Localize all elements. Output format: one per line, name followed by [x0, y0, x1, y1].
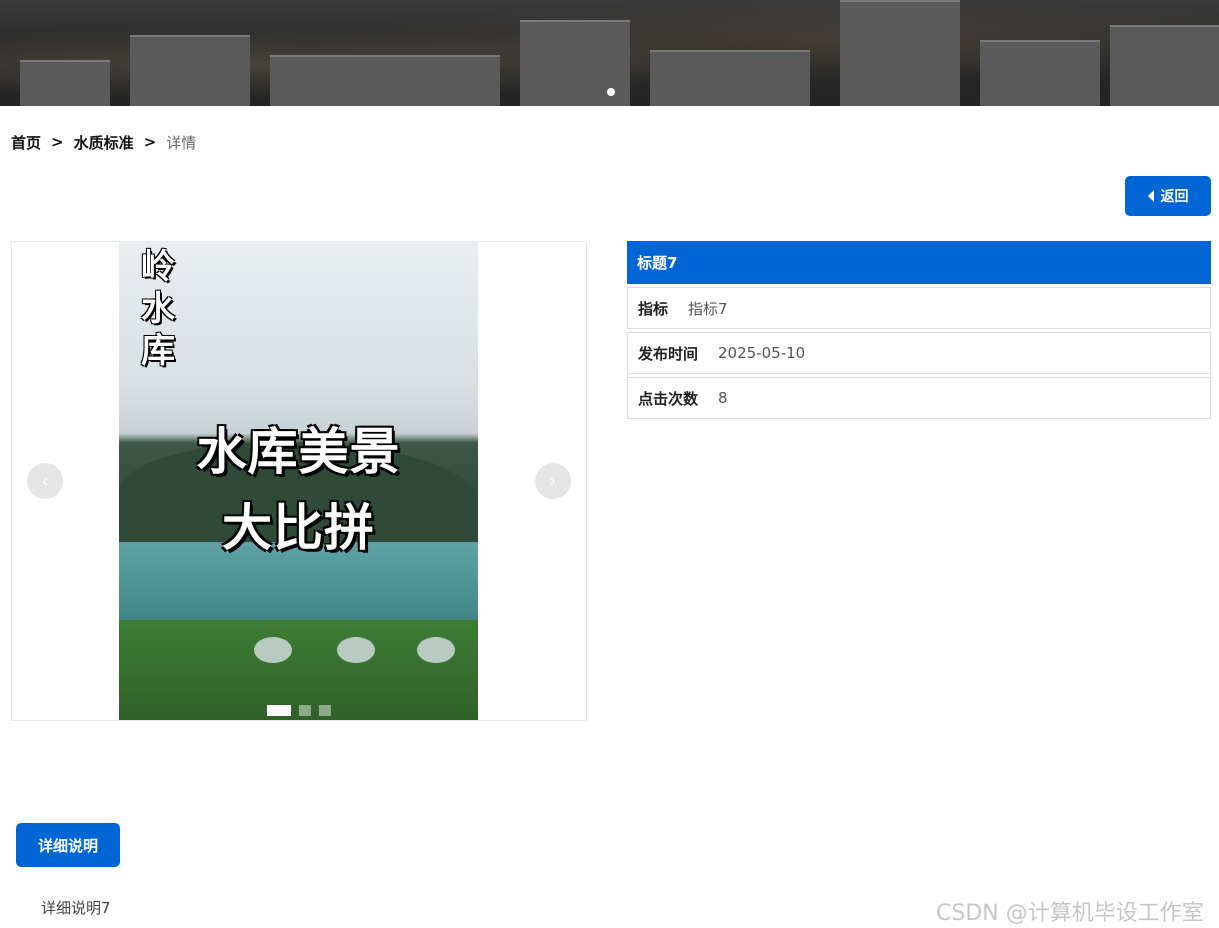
detail-tab-button[interactable]: 详细说明: [16, 823, 120, 867]
banner-building: [130, 35, 250, 106]
breadcrumb-home[interactable]: 首页: [11, 132, 41, 153]
chevron-right-icon: ›: [549, 470, 557, 492]
info-value: 8: [718, 389, 728, 407]
banner-building: [1110, 25, 1219, 106]
carousel-indicators: [267, 705, 331, 716]
photo-vertical-text: 岭水库: [141, 247, 175, 371]
watermark: CSDN @计算机毕设工作室: [936, 901, 1204, 926]
banner-building: [650, 50, 810, 106]
info-key: 指标: [638, 299, 669, 318]
carousel-indicator[interactable]: [319, 705, 331, 716]
photo-seal: [254, 637, 292, 663]
caret-left-icon: [1147, 190, 1154, 202]
image-carousel: 岭水库 水库美景 大比拼 ‹ ›: [11, 241, 587, 721]
photo-seal: [337, 637, 375, 663]
banner-indicator[interactable]: [607, 88, 615, 96]
top-banner-carousel: [0, 0, 1219, 106]
carousel-next-button[interactable]: ›: [535, 463, 571, 499]
info-key: 发布时间: [638, 344, 699, 363]
info-row-click-count: 点击次数 8: [627, 377, 1211, 419]
info-key: 点击次数: [638, 389, 699, 408]
back-button[interactable]: 返回: [1125, 176, 1211, 216]
detail-content: 详细说明7: [41, 899, 111, 917]
banner-building: [980, 40, 1100, 106]
banner-building: [270, 55, 500, 106]
info-value: 指标7: [688, 299, 728, 318]
banner-building: [20, 60, 110, 106]
carousel-prev-button[interactable]: ‹: [27, 463, 63, 499]
back-button-label: 返回: [1160, 189, 1189, 205]
info-title: 标题7: [627, 241, 1211, 284]
breadcrumb: 首页 > 水质标准 > 详情: [11, 132, 196, 152]
info-table: 标题7 指标 指标7 发布时间 2025-05-10 点击次数 8: [627, 241, 1211, 419]
banner-building: [840, 0, 960, 106]
photo-caption-line1: 水库美景: [196, 423, 401, 481]
carousel-indicator[interactable]: [267, 705, 291, 716]
breadcrumb-separator: >: [143, 133, 157, 151]
carousel-image: 岭水库 水库美景 大比拼: [119, 242, 478, 720]
breadcrumb-separator: >: [51, 133, 64, 151]
photo-seal: [417, 637, 455, 663]
carousel-indicator[interactable]: [299, 705, 311, 716]
chevron-left-icon: ‹: [41, 470, 49, 492]
info-value: 2025-05-10: [718, 344, 806, 362]
breadcrumb-category[interactable]: 水质标准: [74, 132, 134, 153]
breadcrumb-current: 详情: [166, 133, 197, 152]
info-row-indicator: 指标 指标7: [627, 287, 1211, 329]
photo-caption-line2: 大比拼: [222, 499, 375, 557]
info-row-publish-time: 发布时间 2025-05-10: [627, 332, 1211, 374]
